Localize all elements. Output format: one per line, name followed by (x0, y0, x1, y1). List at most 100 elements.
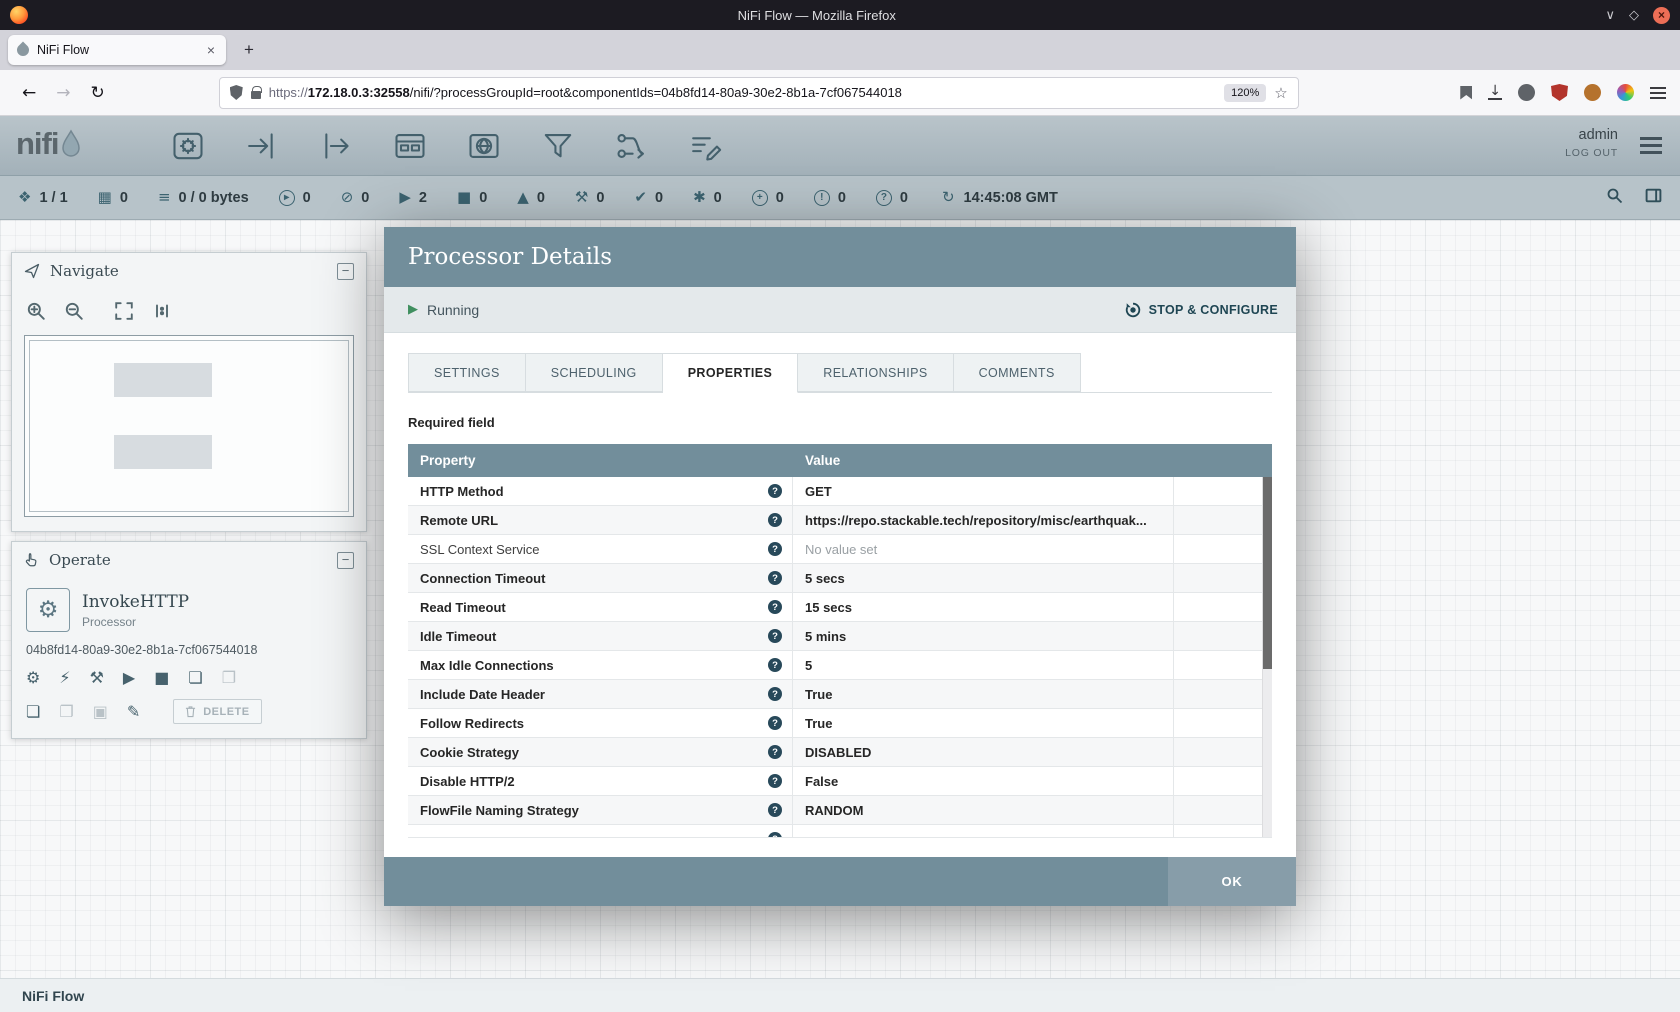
remote-process-group-icon[interactable] (466, 128, 502, 164)
zoom-actual-size-icon[interactable] (152, 301, 172, 321)
property-extra-cell (1174, 477, 1262, 505)
property-row: FlowFile Naming Strategy? RANDOM (408, 796, 1262, 825)
property-value: RANDOM (793, 796, 1174, 824)
locally-modified-icon: ✱ (693, 190, 706, 205)
logout-link[interactable]: LOG OUT (1565, 147, 1618, 159)
start-button[interactable]: ▶ (123, 670, 135, 686)
property-value: False (793, 767, 1174, 795)
browser-tab[interactable]: NiFi Flow × (8, 35, 226, 65)
reload-button[interactable]: ↻ (81, 79, 115, 107)
process-group-icon[interactable] (392, 128, 428, 164)
delete-button[interactable]: DELETE (173, 699, 261, 724)
help-icon[interactable]: ? (768, 716, 782, 730)
browser-menu-icon[interactable] (1650, 87, 1666, 89)
label-icon[interactable] (688, 128, 724, 164)
property-extra-cell (1174, 767, 1262, 795)
selected-component-type: Processor (82, 615, 189, 629)
property-name: FlowFile Naming Strategy (420, 803, 768, 818)
brush-button[interactable]: ✎ (127, 704, 140, 720)
window-maximize-button[interactable]: ◇ (1629, 8, 1639, 23)
stop-button[interactable]: ■ (154, 670, 169, 686)
funnel-icon[interactable] (540, 128, 576, 164)
disable-button[interactable]: ⚒ (90, 670, 104, 686)
help-icon[interactable]: ? (768, 571, 782, 585)
tab-properties[interactable]: PROPERTIES (663, 353, 799, 393)
operate-collapse-button[interactable]: − (337, 552, 354, 569)
processor-icon[interactable] (170, 128, 206, 164)
property-extra-cell (1174, 564, 1262, 592)
help-icon[interactable]: ? (768, 745, 782, 759)
window-minimize-button[interactable]: ∨ (1605, 8, 1615, 23)
group-button[interactable]: ❏ (188, 670, 202, 686)
property-row: ? (408, 825, 1262, 838)
help-icon[interactable]: ? (768, 803, 782, 817)
bookmark-star-icon[interactable]: ☆ (1274, 84, 1287, 102)
bookmarks-icon[interactable] (1460, 86, 1472, 100)
dialog-tabs: SETTINGSSCHEDULINGPROPERTIESRELATIONSHIP… (408, 333, 1272, 393)
property-row: Read Timeout?15 secs (408, 593, 1262, 622)
help-icon[interactable]: ? (768, 600, 782, 614)
nifi-favicon-icon (15, 42, 32, 59)
lock-icon[interactable] (251, 91, 261, 99)
forward-button[interactable]: → (46, 79, 80, 107)
url-bar[interactable]: https://172.18.0.3:32558/nifi/?processGr… (219, 77, 1299, 109)
help-icon[interactable]: ? (768, 687, 782, 701)
tab-settings[interactable]: SETTINGS (408, 353, 526, 392)
up-to-date-count: 0 (655, 190, 663, 206)
url-text[interactable]: https://172.18.0.3:32558/nifi/?processGr… (269, 85, 1216, 100)
template-icon[interactable] (614, 128, 650, 164)
zoom-out-icon[interactable] (64, 301, 84, 321)
locally-modified-status: ✱0 (693, 190, 722, 206)
extension-pinwheel-icon[interactable] (1617, 84, 1634, 101)
tab-comments[interactable]: COMMENTS (954, 353, 1081, 392)
zoom-in-icon[interactable] (26, 301, 46, 321)
help-icon[interactable]: ? (768, 629, 782, 643)
copy-button[interactable]: ❏ (26, 704, 40, 720)
invalid-count: 0 (537, 190, 545, 206)
help-icon[interactable]: ? (768, 513, 782, 527)
disabled-status: ⚒0 (575, 190, 605, 206)
hand-icon (24, 552, 39, 568)
birdseye-minimap[interactable] (24, 335, 354, 517)
extension-icon[interactable] (1584, 84, 1601, 101)
extension-ublock-icon[interactable] (1551, 84, 1568, 101)
table-scrollbar-thumb[interactable] (1263, 477, 1272, 669)
tracking-shield-icon[interactable] (230, 85, 243, 100)
extension-account-icon[interactable] (1518, 84, 1535, 101)
tab-relationships[interactable]: RELATIONSHIPS (798, 353, 953, 392)
help-icon[interactable]: ? (768, 542, 782, 556)
tab-close-icon[interactable]: × (205, 42, 217, 58)
navigate-collapse-button[interactable]: − (337, 263, 354, 280)
zoom-fit-icon[interactable] (114, 301, 134, 321)
panel-toggle-icon[interactable] (1645, 187, 1662, 209)
nifi-component-toolbar (170, 116, 724, 175)
window-close-button[interactable]: × (1653, 7, 1670, 24)
zoom-level-badge[interactable]: 120% (1224, 84, 1266, 102)
property-extra-cell (1174, 796, 1262, 824)
ok-button[interactable]: OK (1168, 857, 1296, 906)
breadcrumb[interactable]: NiFi Flow (22, 988, 84, 1004)
search-icon[interactable] (1606, 187, 1623, 209)
back-button[interactable]: ← (12, 79, 46, 107)
value-column-header: Value (793, 453, 840, 468)
property-value: GET (793, 477, 1174, 505)
help-icon[interactable]: ? (768, 832, 782, 838)
enable-button[interactable]: ⚡ (59, 670, 70, 686)
global-menu-icon[interactable] (1640, 137, 1662, 140)
configure-button[interactable]: ⚙ (26, 670, 40, 686)
output-port-icon[interactable] (318, 128, 354, 164)
help-icon[interactable]: ? (768, 658, 782, 672)
property-extra-cell (1174, 651, 1262, 679)
property-name: Cookie Strategy (420, 745, 768, 760)
help-icon[interactable]: ? (768, 774, 782, 788)
help-icon[interactable]: ? (768, 484, 782, 498)
downloads-icon[interactable]: ↓ (1488, 85, 1502, 100)
new-tab-button[interactable]: + (236, 38, 262, 62)
property-value: True (793, 709, 1174, 737)
stop-and-configure-button[interactable]: STOP & CONFIGURE (1124, 287, 1278, 332)
tab-title: NiFi Flow (37, 43, 197, 57)
refresh-icon[interactable]: ↻ (942, 190, 955, 205)
tab-scheduling[interactable]: SCHEDULING (526, 353, 663, 392)
input-port-icon[interactable] (244, 128, 280, 164)
property-value: DISABLED (793, 738, 1174, 766)
